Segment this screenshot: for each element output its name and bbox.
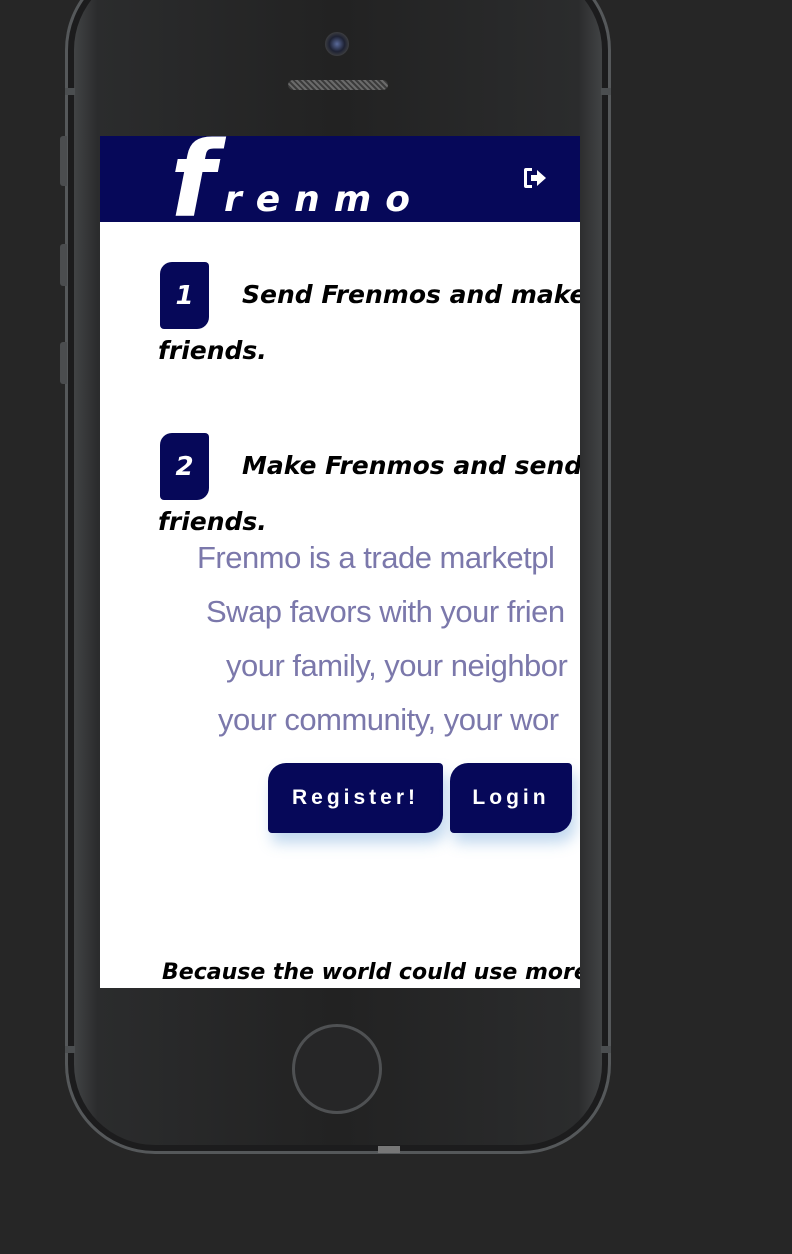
step-2-text: Make Frenmos and send [242,451,580,480]
description-line-3: your family, your neighbor [226,648,568,683]
antenna-band-top-left [65,88,75,95]
antenna-band-top-right [601,88,611,95]
app-screen: f renmo 1 Send Frenmos and make friends.… [100,136,580,988]
lightning-port [378,1146,400,1153]
description-line-1: Frenmo is a trade marketpl [197,540,555,575]
description-line-2: Swap favors with your frien [206,594,565,629]
antenna-band-bottom-left [65,1046,75,1053]
login-button[interactable]: Login [450,763,572,833]
front-camera [325,32,349,56]
antenna-band-bottom-right [601,1046,611,1053]
logo-wordmark: renmo [224,179,425,220]
volume-up-button [60,244,67,286]
step-1-badge: 1 [160,262,209,329]
step-1-text-continuation: friends. [158,336,267,365]
volume-down-button [60,342,67,384]
logo-initial: f [170,136,216,222]
earpiece-speaker [288,80,388,90]
home-button[interactable] [292,1024,382,1114]
step-1-text: Send Frenmos and make [242,280,580,309]
register-button[interactable]: Register! [268,763,443,833]
mute-switch [60,136,67,186]
step-2-badge: 2 [160,433,209,500]
tagline: Because the world could use more [162,960,580,985]
description-line-4: your community, your wor [218,702,559,737]
app-header: f renmo [100,136,580,222]
logout-icon[interactable] [522,166,548,190]
step-2-text-continuation: friends. [158,507,267,536]
